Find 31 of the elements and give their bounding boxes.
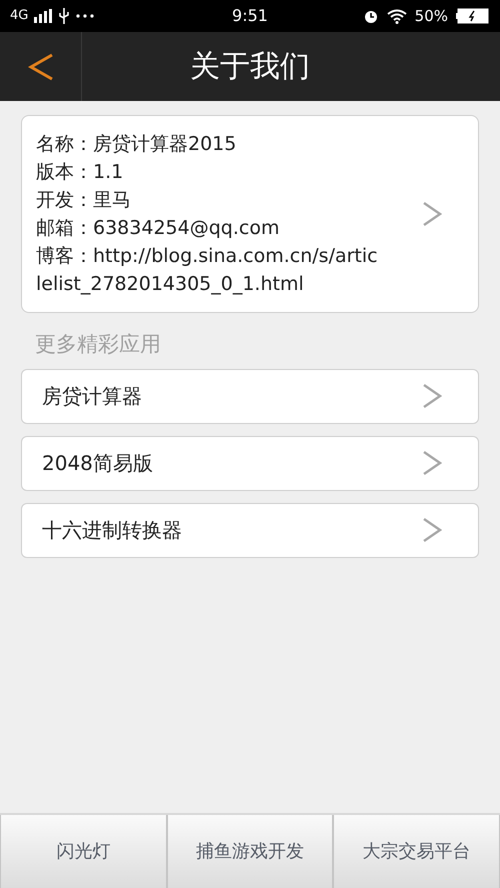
chevron-icon: [422, 383, 442, 409]
app-item[interactable]: 房贷计算器: [21, 368, 479, 424]
bottom-tab[interactable]: 闪光灯: [0, 815, 167, 888]
clock-time: 9:51: [232, 5, 268, 27]
more-icon: [76, 14, 94, 18]
app-item[interactable]: 十六进制转换器: [21, 502, 479, 558]
bottom-tab[interactable]: 捕鱼游戏开发: [166, 815, 334, 888]
info-line: 博客：http://blog.sina.com.cn/s/articlelist_2782014305_0_1.html: [36, 244, 379, 297]
page-title: 关于我们: [190, 48, 310, 86]
chevron-icon: [422, 517, 442, 543]
info-line: 开发：里马: [36, 188, 132, 213]
signal-icon: [34, 9, 52, 23]
app-item[interactable]: 2048简易版: [21, 436, 479, 490]
app-label: 房贷计算器: [42, 383, 143, 410]
app-label: 十六进制转换器: [42, 517, 183, 544]
wifi-icon: [386, 8, 407, 24]
battery-percent: 50%: [414, 6, 448, 27]
section-title: 更多精彩应用: [34, 331, 162, 358]
alarm-icon: [362, 8, 379, 24]
usb-icon: [58, 8, 70, 24]
info-card[interactable]: 名称：房贷计算器2015 版本：1.1 开发：里马 邮箱：63834254@qq.com 博客：http://blog.sina.com.cn/s/articlelist_2782014305_0_1.html: [21, 115, 479, 313]
bottom-tab[interactable]: 大宗交易平台: [333, 815, 500, 888]
battery-icon: [456, 8, 490, 24]
info-line: 名称：房贷计算器2015: [36, 132, 238, 157]
info-line: 邮箱：63834254@qq.com: [36, 216, 280, 241]
chevron-icon: [422, 450, 442, 476]
chevron-icon: [422, 201, 442, 227]
info-line: 版本：1.1: [36, 160, 124, 185]
app-label: 2048简易版: [42, 450, 154, 477]
back-icon: [28, 52, 54, 80]
network-label: 4G: [10, 7, 28, 26]
